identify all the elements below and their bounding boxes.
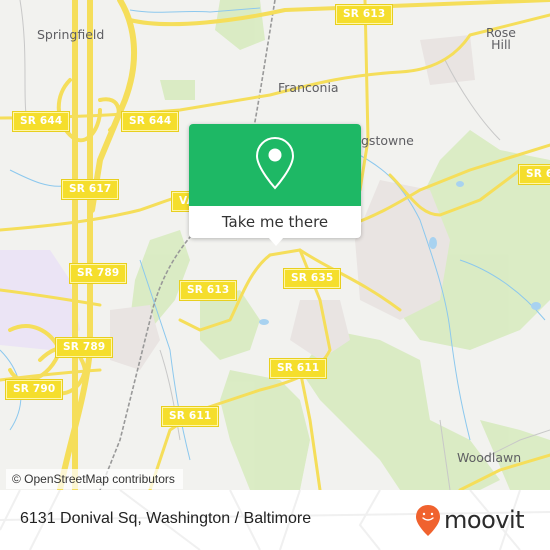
- moovit-wordmark: moovit: [444, 506, 525, 534]
- popup-header: [189, 124, 361, 206]
- route-shield-sr-613: SR 613: [180, 281, 237, 300]
- route-shield-sr-611: SR 611: [162, 407, 219, 426]
- place-label-kingstowne: gstowne: [361, 133, 414, 148]
- moovit-smiley-pin-icon: [416, 505, 440, 536]
- route-shield-sr-611: SR 611: [270, 359, 327, 378]
- route-shield-sr-617: SR 617: [62, 180, 119, 199]
- address-text: 6131 Donival Sq, Washington / Baltimore: [20, 510, 312, 527]
- footer-bar: 6131 Donival Sq, Washington / Baltimore …: [0, 490, 550, 550]
- take-me-there-button[interactable]: Take me there: [189, 206, 361, 238]
- place-label-springfield: Springfield: [37, 27, 105, 42]
- route-shield-sr-789: SR 789: [56, 338, 113, 357]
- place-label-hill: Hill: [491, 37, 511, 52]
- route-shield-sr-790: SR 790: [6, 380, 63, 399]
- place-label-woodlawn: Woodlawn: [457, 450, 522, 465]
- location-popup: Take me there: [189, 124, 361, 246]
- popup-pointer: [268, 237, 284, 246]
- route-shield-sr-644: SR 644: [13, 112, 70, 131]
- route-shield-sr-789: SR 789: [70, 264, 127, 283]
- route-shield-sr-635: SR 635: [284, 269, 341, 288]
- map-view[interactable]: Springfield Franconia Rose Hill gstowne …: [0, 0, 550, 490]
- map-attribution[interactable]: © OpenStreetMap contributors: [6, 469, 183, 489]
- route-shield-sr-644: SR 644: [122, 112, 179, 131]
- route-shield-sr-613: SR 613: [336, 5, 393, 24]
- map-pin-icon: [255, 136, 295, 190]
- place-label-franconia: Franconia: [278, 80, 339, 95]
- moovit-logo[interactable]: moovit: [415, 502, 525, 538]
- route-shield-sr-6x: SR 6: [519, 165, 550, 184]
- place-label-rose-hill: Rose Hill: [486, 26, 516, 52]
